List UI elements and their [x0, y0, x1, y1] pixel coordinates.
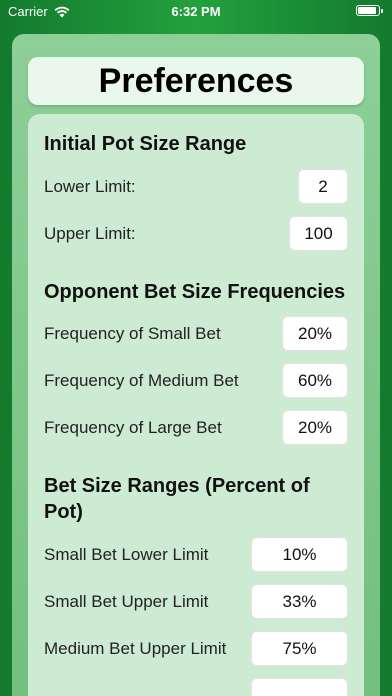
large-bet-frequency-label: Frequency of Large Bet: [44, 418, 222, 437]
small-bet-frequency-field[interactable]: 20%: [282, 316, 348, 351]
section-title-pot-size: Initial Pot Size Range: [44, 133, 247, 155]
lower-limit-label: Lower Limit:: [44, 177, 136, 196]
upper-limit-label: Upper Limit:: [44, 224, 136, 243]
clock: 6:32 PM: [171, 4, 221, 19]
page-title: Preferences: [28, 57, 364, 105]
medium-bet-frequency-field[interactable]: 60%: [282, 363, 348, 398]
large-bet-frequency-field[interactable]: 20%: [282, 410, 348, 445]
upper-limit-field[interactable]: 100: [289, 216, 348, 251]
small-bet-lower-limit-field[interactable]: 10%: [251, 537, 348, 572]
lower-limit-field[interactable]: 2: [298, 169, 348, 204]
small-bet-upper-limit-label: Small Bet Upper Limit: [44, 592, 209, 611]
small-bet-lower-limit-label: Small Bet Lower Limit: [44, 545, 209, 564]
battery-icon: [356, 5, 383, 16]
section-title-bet-size-ranges: Bet Size Ranges (Percent of Pot): [44, 475, 310, 523]
status-bar: Carrier 6:32 PM: [0, 0, 392, 24]
small-bet-upper-limit-field[interactable]: 33%: [251, 584, 348, 619]
small-bet-frequency-label: Frequency of Small Bet: [44, 324, 221, 343]
medium-bet-frequency-label: Frequency of Medium Bet: [44, 371, 239, 390]
medium-bet-upper-limit-field[interactable]: 75%: [251, 631, 348, 666]
large-bet-upper-limit-field[interactable]: [251, 678, 348, 696]
section-title-bet-frequencies: Opponent Bet Size Frequencies: [44, 281, 346, 303]
medium-bet-upper-limit-label: Medium Bet Upper Limit: [44, 639, 227, 658]
